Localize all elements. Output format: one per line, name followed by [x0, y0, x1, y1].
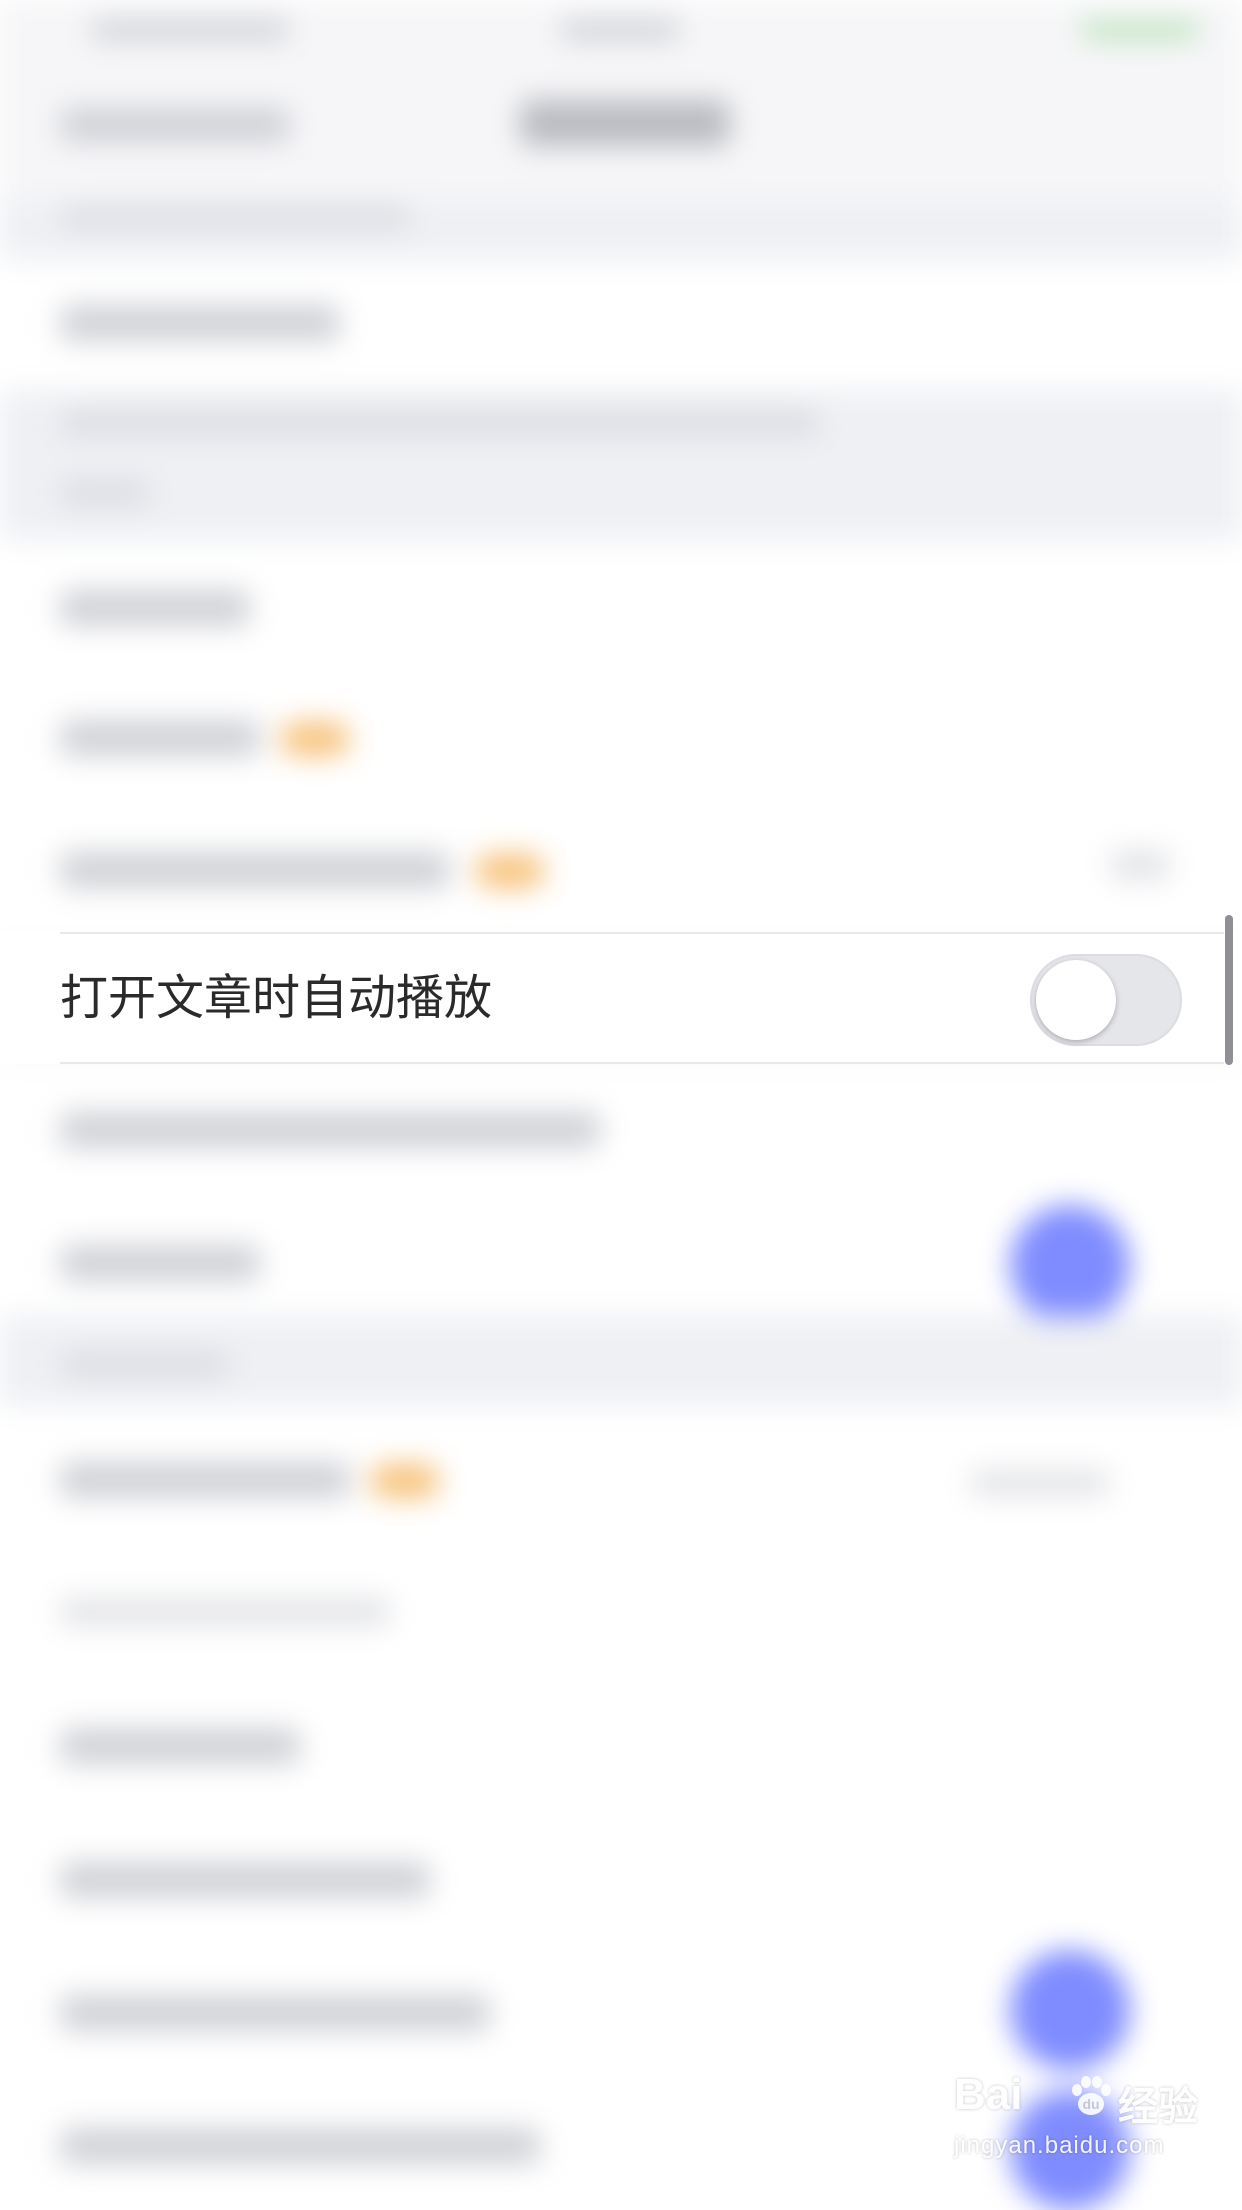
blurred-page-title — [520, 100, 730, 146]
blurred-status-text — [90, 20, 290, 40]
blurred-section-text — [60, 480, 150, 506]
blurred-toggle-on — [1010, 1950, 1130, 2070]
row-divider-top — [60, 932, 1224, 934]
autoplay-label: 打开文章时自动播放 — [60, 970, 493, 1026]
blurred-row-text — [60, 852, 450, 888]
blurred-row-text — [60, 1598, 390, 1626]
autoplay-toggle[interactable] — [1030, 954, 1182, 1046]
blurred-row-text — [60, 1862, 430, 1898]
blurred-status-time — [560, 20, 680, 40]
watermark-brand: Bai — [954, 2070, 1023, 2119]
row-divider-bottom — [60, 1062, 1224, 1064]
blurred-badge — [280, 722, 350, 756]
svg-text:du: du — [1082, 2096, 1099, 2112]
blurred-section-text — [60, 205, 410, 229]
scroll-indicator[interactable] — [1225, 915, 1233, 1065]
blurred-row-text — [60, 2128, 540, 2164]
blurred-row-text — [60, 1995, 490, 2031]
settings-row-autoplay[interactable]: 打开文章时自动播放 — [0, 932, 1242, 1064]
blurred-section-text — [60, 1352, 230, 1378]
blurred-row-text — [60, 720, 260, 756]
blurred-toggle-on — [1010, 1205, 1130, 1325]
blurred-back-button — [60, 108, 290, 142]
blurred-row-text — [60, 1728, 300, 1764]
watermark-brand-cn: 经验 — [1118, 2084, 1198, 2130]
blurred-section-text — [60, 410, 820, 436]
blurred-background — [0, 0, 1242, 2210]
baidu-jingyan-watermark: Bai du 经验 jingyan.baidu.com — [950, 2070, 1220, 2190]
watermark-url: jingyan.baidu.com — [954, 2132, 1165, 2159]
blurred-badge — [475, 854, 545, 888]
blurred-row-text — [60, 1112, 600, 1148]
blurred-badge — [370, 1464, 440, 1498]
blurred-chevron — [1110, 850, 1170, 880]
blurred-row-text — [60, 1462, 350, 1498]
paw-icon: du — [1072, 2076, 1111, 2115]
blurred-status-battery — [1080, 20, 1200, 40]
blurred-row-value — [970, 1470, 1110, 1496]
blurred-row-text — [60, 1245, 260, 1281]
toggle-knob — [1036, 960, 1116, 1040]
blurred-row-text — [60, 590, 250, 626]
blurred-row-text — [60, 305, 340, 341]
